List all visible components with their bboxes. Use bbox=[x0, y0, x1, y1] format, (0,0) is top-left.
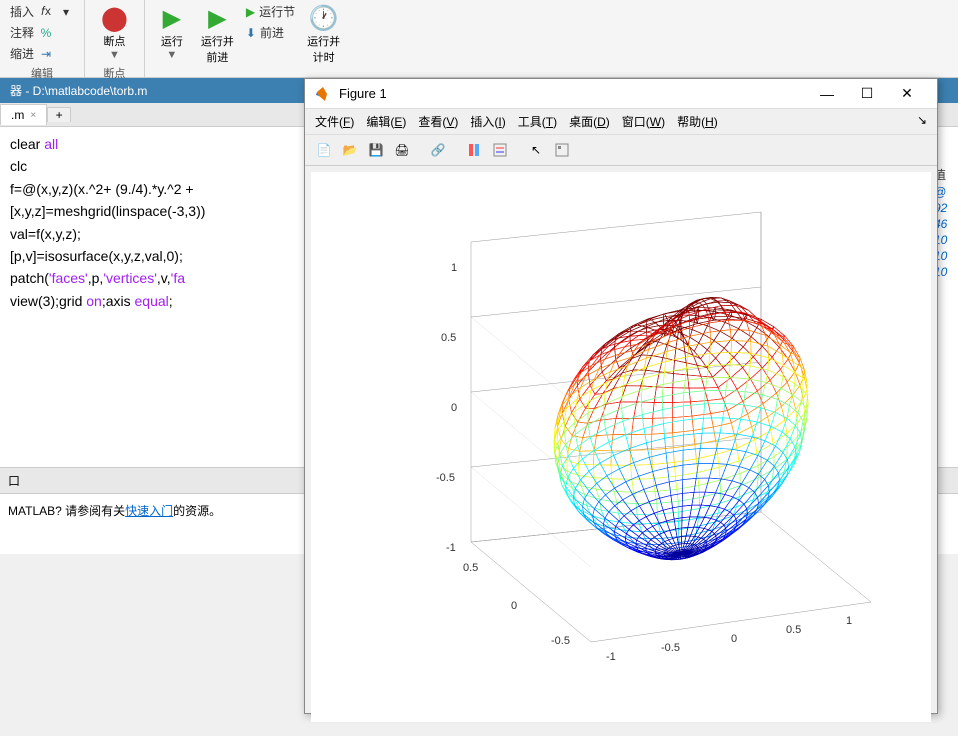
ribbon-bp-label: 断点 bbox=[93, 63, 136, 81]
figure-menubar: 文件(F) 编辑(E) 查看(V) 插入(I) 工具(T) 桌面(D) 窗口(W… bbox=[305, 109, 937, 135]
ribbon-group-run: ▶ 运行 ▼ ▶ 运行并 前进 ▶ 运行节 ⬇ 前进 🕐 运行并 计时 bbox=[145, 0, 356, 77]
figure-window[interactable]: Figure 1 — ☐ ✕ 文件(F) 编辑(E) 查看(V) 插入(I) 工… bbox=[304, 78, 938, 714]
matlab-icon bbox=[315, 86, 331, 102]
advance-icon: ⬇ bbox=[246, 26, 256, 40]
figure-titlebar[interactable]: Figure 1 — ☐ ✕ bbox=[305, 79, 937, 109]
x-tick: -1 bbox=[606, 651, 616, 663]
minimize-button[interactable]: — bbox=[807, 86, 847, 102]
x-tick: 0 bbox=[731, 633, 737, 645]
z-tick: -0.5 bbox=[436, 472, 455, 484]
run-button[interactable]: ▶ 运行 ▼ bbox=[153, 2, 191, 67]
y-tick: 0 bbox=[511, 600, 517, 612]
cmd-icon: 口 bbox=[8, 472, 20, 489]
ribbon-edit-label: 编辑 bbox=[8, 63, 76, 81]
ribbon-indent[interactable]: 缩进 ⇥ bbox=[8, 44, 76, 63]
quickstart-link[interactable]: 快速入门 bbox=[125, 504, 173, 518]
play-section-icon: ▶ bbox=[246, 5, 255, 19]
cmd-text: MATLAB? 请参阅有关快速入门的资源。 bbox=[8, 504, 221, 518]
ribbon-toolbar: 插入 𝑓x ▾ 注释 % 缩进 ⇥ 编辑 ⬤ 断点 ▼ 断点 ▶ 运行 ▼ ▶ … bbox=[0, 0, 958, 78]
legend-icon[interactable] bbox=[489, 139, 511, 161]
menu-view[interactable]: 查看(V) bbox=[418, 113, 458, 130]
x-tick: 1 bbox=[846, 615, 852, 627]
run-time-button[interactable]: 🕐 运行并 计时 bbox=[299, 2, 348, 67]
menu-insert[interactable]: 插入(I) bbox=[470, 113, 505, 130]
z-tick: 1 bbox=[451, 262, 457, 274]
colorbar-icon[interactable] bbox=[463, 139, 485, 161]
ribbon-group-bp: ⬤ 断点 ▼ 断点 bbox=[85, 0, 145, 77]
x-tick: -0.5 bbox=[661, 642, 680, 654]
menu-window[interactable]: 窗口(W) bbox=[622, 113, 665, 130]
x-tick: 0.5 bbox=[786, 624, 801, 636]
run-advance-button[interactable]: ▶ 运行并 前进 bbox=[193, 2, 242, 67]
fx-icon: 𝑓x bbox=[38, 4, 54, 20]
ribbon-comment[interactable]: 注释 % bbox=[8, 23, 76, 42]
chevron-down-icon: ▼ bbox=[109, 49, 120, 61]
breakpoint-icon: ⬤ bbox=[101, 4, 128, 33]
menu-desktop[interactable]: 桌面(D) bbox=[569, 113, 610, 130]
close-button[interactable]: ✕ bbox=[887, 85, 927, 102]
z-tick: -1 bbox=[446, 542, 456, 554]
advance-button[interactable]: ⬇ 前进 bbox=[244, 23, 297, 42]
figure-toolbar: 📄 📂 💾 🖨 🔗 ↖ bbox=[305, 135, 937, 166]
tab-label: .m bbox=[11, 108, 24, 122]
run-section-button[interactable]: ▶ 运行节 bbox=[244, 2, 297, 21]
new-figure-icon[interactable]: 📄 bbox=[313, 139, 335, 161]
y-tick: 0.5 bbox=[463, 562, 478, 574]
play-advance-icon: ▶ bbox=[208, 4, 226, 33]
heart-mesh bbox=[521, 272, 841, 612]
menu-help[interactable]: 帮助(H) bbox=[677, 113, 718, 130]
ribbon-insert[interactable]: 插入 𝑓x ▾ bbox=[8, 2, 76, 21]
ribbon-group-edit: 插入 𝑓x ▾ 注释 % 缩进 ⇥ 编辑 bbox=[0, 0, 85, 77]
z-tick: 0 bbox=[451, 402, 457, 414]
figure-axes[interactable]: 1 0.5 0 -0.5 -1 0.5 0 -0.5 1 0.5 0 -0.5 … bbox=[311, 172, 931, 722]
open-icon[interactable]: 📂 bbox=[339, 139, 361, 161]
z-tick: 0.5 bbox=[441, 332, 456, 344]
menu-edit[interactable]: 编辑(E) bbox=[366, 113, 406, 130]
add-tab-button[interactable]: + bbox=[47, 107, 71, 122]
figure-title: Figure 1 bbox=[339, 86, 807, 101]
clock-icon: 🕐 bbox=[309, 4, 339, 33]
y-tick: -0.5 bbox=[551, 635, 570, 647]
maximize-button[interactable]: ☐ bbox=[847, 85, 887, 102]
pointer-icon[interactable]: ↖ bbox=[525, 139, 547, 161]
menu-tools[interactable]: 工具(T) bbox=[518, 113, 557, 130]
menu-file[interactable]: 文件(F) bbox=[315, 113, 354, 130]
close-icon[interactable]: × bbox=[30, 110, 36, 121]
file-tab[interactable]: .m × bbox=[0, 104, 47, 125]
breakpoint-button[interactable]: ⬤ 断点 ▼ bbox=[93, 2, 136, 63]
play-icon: ▶ bbox=[163, 4, 181, 33]
properties-icon[interactable] bbox=[551, 139, 573, 161]
menubar-arrow-icon[interactable]: ↘ bbox=[917, 113, 927, 130]
print-icon[interactable]: 🖨 bbox=[391, 139, 413, 161]
save-icon[interactable]: 💾 bbox=[365, 139, 387, 161]
link-icon[interactable]: 🔗 bbox=[427, 139, 449, 161]
